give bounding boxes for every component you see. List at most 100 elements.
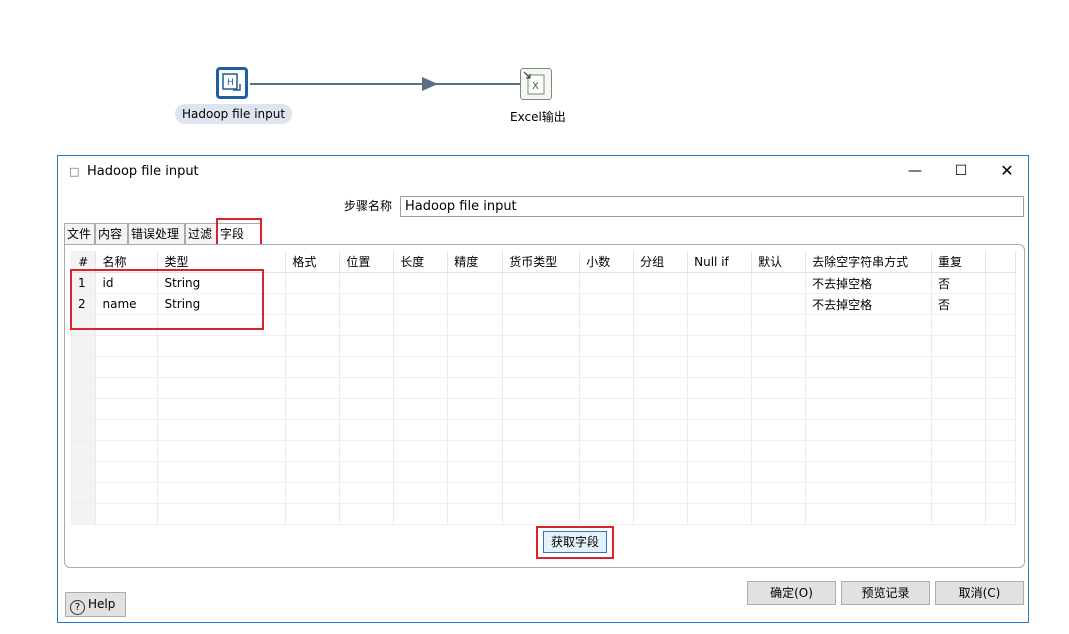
empty-cell[interactable] bbox=[579, 503, 635, 525]
empty-cell[interactable] bbox=[751, 419, 807, 441]
empty-cell[interactable] bbox=[579, 398, 635, 420]
col-header-decimal[interactable]: 小数 bbox=[579, 251, 635, 273]
empty-cell[interactable] bbox=[931, 461, 986, 483]
target-node-label[interactable]: Excel输出 bbox=[510, 108, 566, 125]
empty-cell[interactable] bbox=[931, 335, 986, 357]
col-header-index[interactable]: # bbox=[71, 251, 97, 273]
empty-cell[interactable] bbox=[751, 461, 807, 483]
empty-cell[interactable] bbox=[393, 398, 449, 420]
cell-index[interactable]: 2 bbox=[71, 293, 97, 315]
empty-cell[interactable] bbox=[393, 335, 449, 357]
empty-cell[interactable] bbox=[95, 377, 159, 399]
step-name-input[interactable]: Hadoop file input bbox=[400, 196, 1024, 217]
empty-cell[interactable] bbox=[285, 314, 341, 336]
col-header-name[interactable]: 名称 bbox=[95, 251, 159, 273]
empty-table-row[interactable] bbox=[71, 419, 1016, 441]
empty-cell[interactable] bbox=[502, 398, 581, 420]
empty-cell[interactable] bbox=[687, 419, 753, 441]
empty-cell[interactable] bbox=[393, 419, 449, 441]
col-header-null-if[interactable]: Null if bbox=[687, 251, 753, 273]
empty-cell[interactable] bbox=[285, 461, 341, 483]
empty-cell[interactable] bbox=[157, 461, 287, 483]
empty-cell[interactable] bbox=[931, 503, 986, 525]
empty-cell[interactable] bbox=[633, 482, 689, 504]
empty-cell[interactable] bbox=[157, 377, 287, 399]
empty-cell[interactable] bbox=[805, 398, 933, 420]
empty-cell[interactable] bbox=[285, 503, 341, 525]
empty-cell[interactable] bbox=[393, 440, 449, 462]
table-row[interactable]: 2 name String 不去掉空格 否 bbox=[71, 293, 1016, 315]
empty-cell[interactable] bbox=[71, 461, 97, 483]
empty-cell[interactable] bbox=[805, 335, 933, 357]
empty-cell[interactable] bbox=[447, 335, 504, 357]
title-bar[interactable]: □ Hadoop file input — ☐ ✕ bbox=[58, 156, 1028, 186]
empty-cell[interactable] bbox=[157, 335, 287, 357]
empty-cell[interactable] bbox=[95, 398, 159, 420]
empty-cell[interactable] bbox=[339, 356, 395, 378]
cell-repeat[interactable]: 否 bbox=[931, 293, 986, 315]
empty-cell[interactable] bbox=[157, 440, 287, 462]
empty-cell[interactable] bbox=[393, 461, 449, 483]
empty-cell[interactable] bbox=[751, 335, 807, 357]
empty-cell[interactable] bbox=[931, 377, 986, 399]
col-header-precision[interactable]: 精度 bbox=[447, 251, 504, 273]
col-header-type[interactable]: 类型 bbox=[157, 251, 287, 273]
tab-error-handling[interactable]: 错误处理 bbox=[128, 223, 185, 244]
cell-currency[interactable] bbox=[502, 293, 581, 315]
cancel-button[interactable]: 取消(C) bbox=[935, 581, 1024, 605]
empty-cell[interactable] bbox=[502, 419, 581, 441]
empty-cell[interactable] bbox=[339, 314, 395, 336]
empty-table-row[interactable] bbox=[71, 314, 1016, 336]
cell-trim-type[interactable]: 不去掉空格 bbox=[805, 293, 933, 315]
empty-cell[interactable] bbox=[502, 356, 581, 378]
empty-cell[interactable] bbox=[579, 356, 635, 378]
empty-cell[interactable] bbox=[95, 356, 159, 378]
empty-cell[interactable] bbox=[447, 356, 504, 378]
cell-name[interactable]: name bbox=[95, 293, 159, 315]
empty-cell[interactable] bbox=[633, 335, 689, 357]
empty-cell[interactable] bbox=[751, 314, 807, 336]
empty-cell[interactable] bbox=[687, 398, 753, 420]
empty-cell[interactable] bbox=[157, 314, 287, 336]
empty-cell[interactable] bbox=[502, 377, 581, 399]
cell-position[interactable] bbox=[339, 272, 395, 294]
empty-cell[interactable] bbox=[751, 482, 807, 504]
empty-cell[interactable] bbox=[71, 356, 97, 378]
minimize-icon[interactable]: — bbox=[900, 161, 930, 181]
empty-cell[interactable] bbox=[447, 419, 504, 441]
table-row[interactable]: 1 id String 不去掉空格 否 bbox=[71, 272, 1016, 294]
empty-cell[interactable] bbox=[751, 377, 807, 399]
empty-cell[interactable] bbox=[805, 482, 933, 504]
empty-cell[interactable] bbox=[633, 314, 689, 336]
col-header-trim-type[interactable]: 去除空字符串方式 bbox=[805, 251, 933, 273]
empty-cell[interactable] bbox=[579, 482, 635, 504]
empty-cell[interactable] bbox=[393, 482, 449, 504]
empty-cell[interactable] bbox=[502, 482, 581, 504]
empty-cell[interactable] bbox=[805, 356, 933, 378]
empty-cell[interactable] bbox=[339, 398, 395, 420]
empty-cell[interactable] bbox=[931, 419, 986, 441]
empty-cell[interactable] bbox=[157, 356, 287, 378]
preview-button[interactable]: 预览记录 bbox=[841, 581, 930, 605]
empty-cell[interactable] bbox=[339, 461, 395, 483]
empty-cell[interactable] bbox=[502, 503, 581, 525]
empty-cell[interactable] bbox=[157, 482, 287, 504]
empty-cell[interactable] bbox=[931, 482, 986, 504]
empty-cell[interactable] bbox=[95, 482, 159, 504]
source-node-label[interactable]: Hadoop file input bbox=[175, 104, 293, 124]
empty-cell[interactable] bbox=[157, 419, 287, 441]
col-header-length[interactable]: 长度 bbox=[393, 251, 449, 273]
cell-format[interactable] bbox=[285, 272, 341, 294]
empty-cell[interactable] bbox=[95, 440, 159, 462]
empty-table-row[interactable] bbox=[71, 356, 1016, 378]
empty-cell[interactable] bbox=[502, 314, 581, 336]
cell-group[interactable] bbox=[633, 293, 689, 315]
empty-cell[interactable] bbox=[805, 314, 933, 336]
empty-cell[interactable] bbox=[805, 419, 933, 441]
empty-table-row[interactable] bbox=[71, 461, 1016, 483]
empty-cell[interactable] bbox=[579, 419, 635, 441]
empty-cell[interactable] bbox=[339, 419, 395, 441]
excel-output-icon[interactable]: X bbox=[520, 68, 552, 100]
empty-cell[interactable] bbox=[633, 398, 689, 420]
empty-cell[interactable] bbox=[751, 398, 807, 420]
